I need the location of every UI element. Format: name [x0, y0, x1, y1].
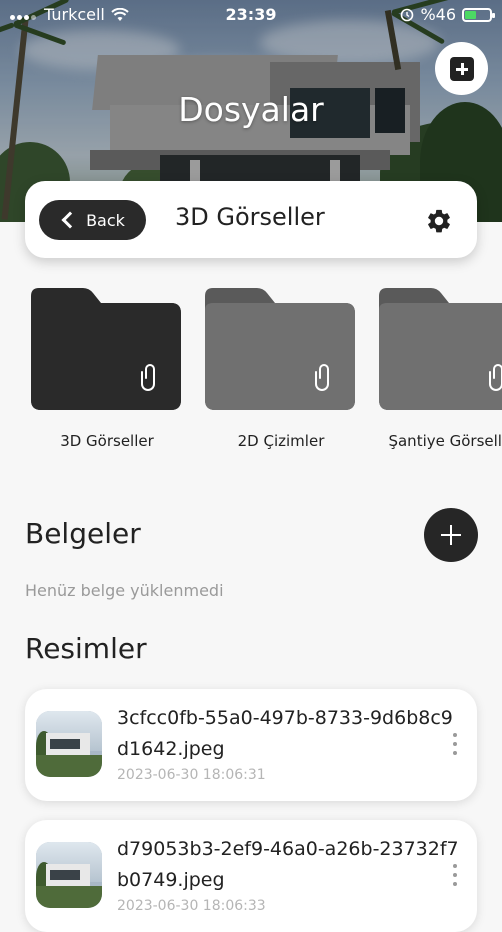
- image-file-name: d79053b3-2ef9-46a0-a26b-23732f7b0749.jpe…: [117, 838, 459, 891]
- image-thumbnail: [36, 842, 102, 908]
- add-document-button[interactable]: [424, 508, 478, 562]
- more-options-icon[interactable]: [453, 864, 459, 891]
- folder-header-card: Back 3D Görseller: [25, 181, 477, 258]
- folder-item[interactable]: Şantiye Görselleri: [379, 286, 502, 450]
- plus-square-icon: [449, 56, 474, 81]
- folder-label: 2D Çizimler: [237, 432, 325, 450]
- image-list-item[interactable]: d79053b3-2ef9-46a0-a26b-23732f7b0749.jpe…: [25, 820, 477, 932]
- folder-icon: [379, 288, 502, 410]
- folder-list: 3D Görseller 2D Çizimler Şantiye Görsell…: [0, 286, 502, 456]
- battery-percent: %46: [420, 5, 456, 24]
- image-upload-date: 2023-06-30 18:06:33: [117, 898, 266, 914]
- folder-icon: [205, 288, 355, 410]
- add-folder-button[interactable]: [435, 42, 488, 95]
- gear-icon[interactable]: [425, 207, 453, 235]
- image-file-name: 3cfcc0fb-55a0-497b-8733-9d6b8c9d1642.jpe…: [117, 707, 453, 760]
- more-options-icon[interactable]: [453, 733, 459, 760]
- chevron-left-icon: [61, 211, 79, 229]
- documents-title: Belgeler: [25, 517, 141, 550]
- documents-empty-message: Henüz belge yüklenmedi: [25, 581, 224, 600]
- folder-label: 3D Görseller: [60, 432, 154, 450]
- battery-icon: [462, 7, 495, 22]
- plus-icon: [441, 525, 461, 545]
- back-button[interactable]: Back: [39, 200, 146, 240]
- image-list-item[interactable]: 3cfcc0fb-55a0-497b-8733-9d6b8c9d1642.jpe…: [25, 689, 477, 801]
- back-button-label: Back: [86, 210, 125, 230]
- image-upload-date: 2023-06-30 18:06:31: [117, 767, 266, 783]
- image-thumbnail: [36, 711, 102, 777]
- page-title: Dosyalar: [178, 90, 324, 129]
- images-title: Resimler: [25, 632, 147, 665]
- folder-icon: [31, 288, 181, 410]
- current-folder-title: 3D Görseller: [175, 203, 325, 231]
- folder-item[interactable]: 2D Çizimler: [205, 286, 357, 450]
- status-bar: Turkcell 23:39 %46: [0, 0, 502, 30]
- folder-item[interactable]: 3D Görseller: [31, 286, 183, 450]
- alarm-icon: [401, 8, 414, 21]
- folder-label: Şantiye Görselleri: [388, 432, 502, 450]
